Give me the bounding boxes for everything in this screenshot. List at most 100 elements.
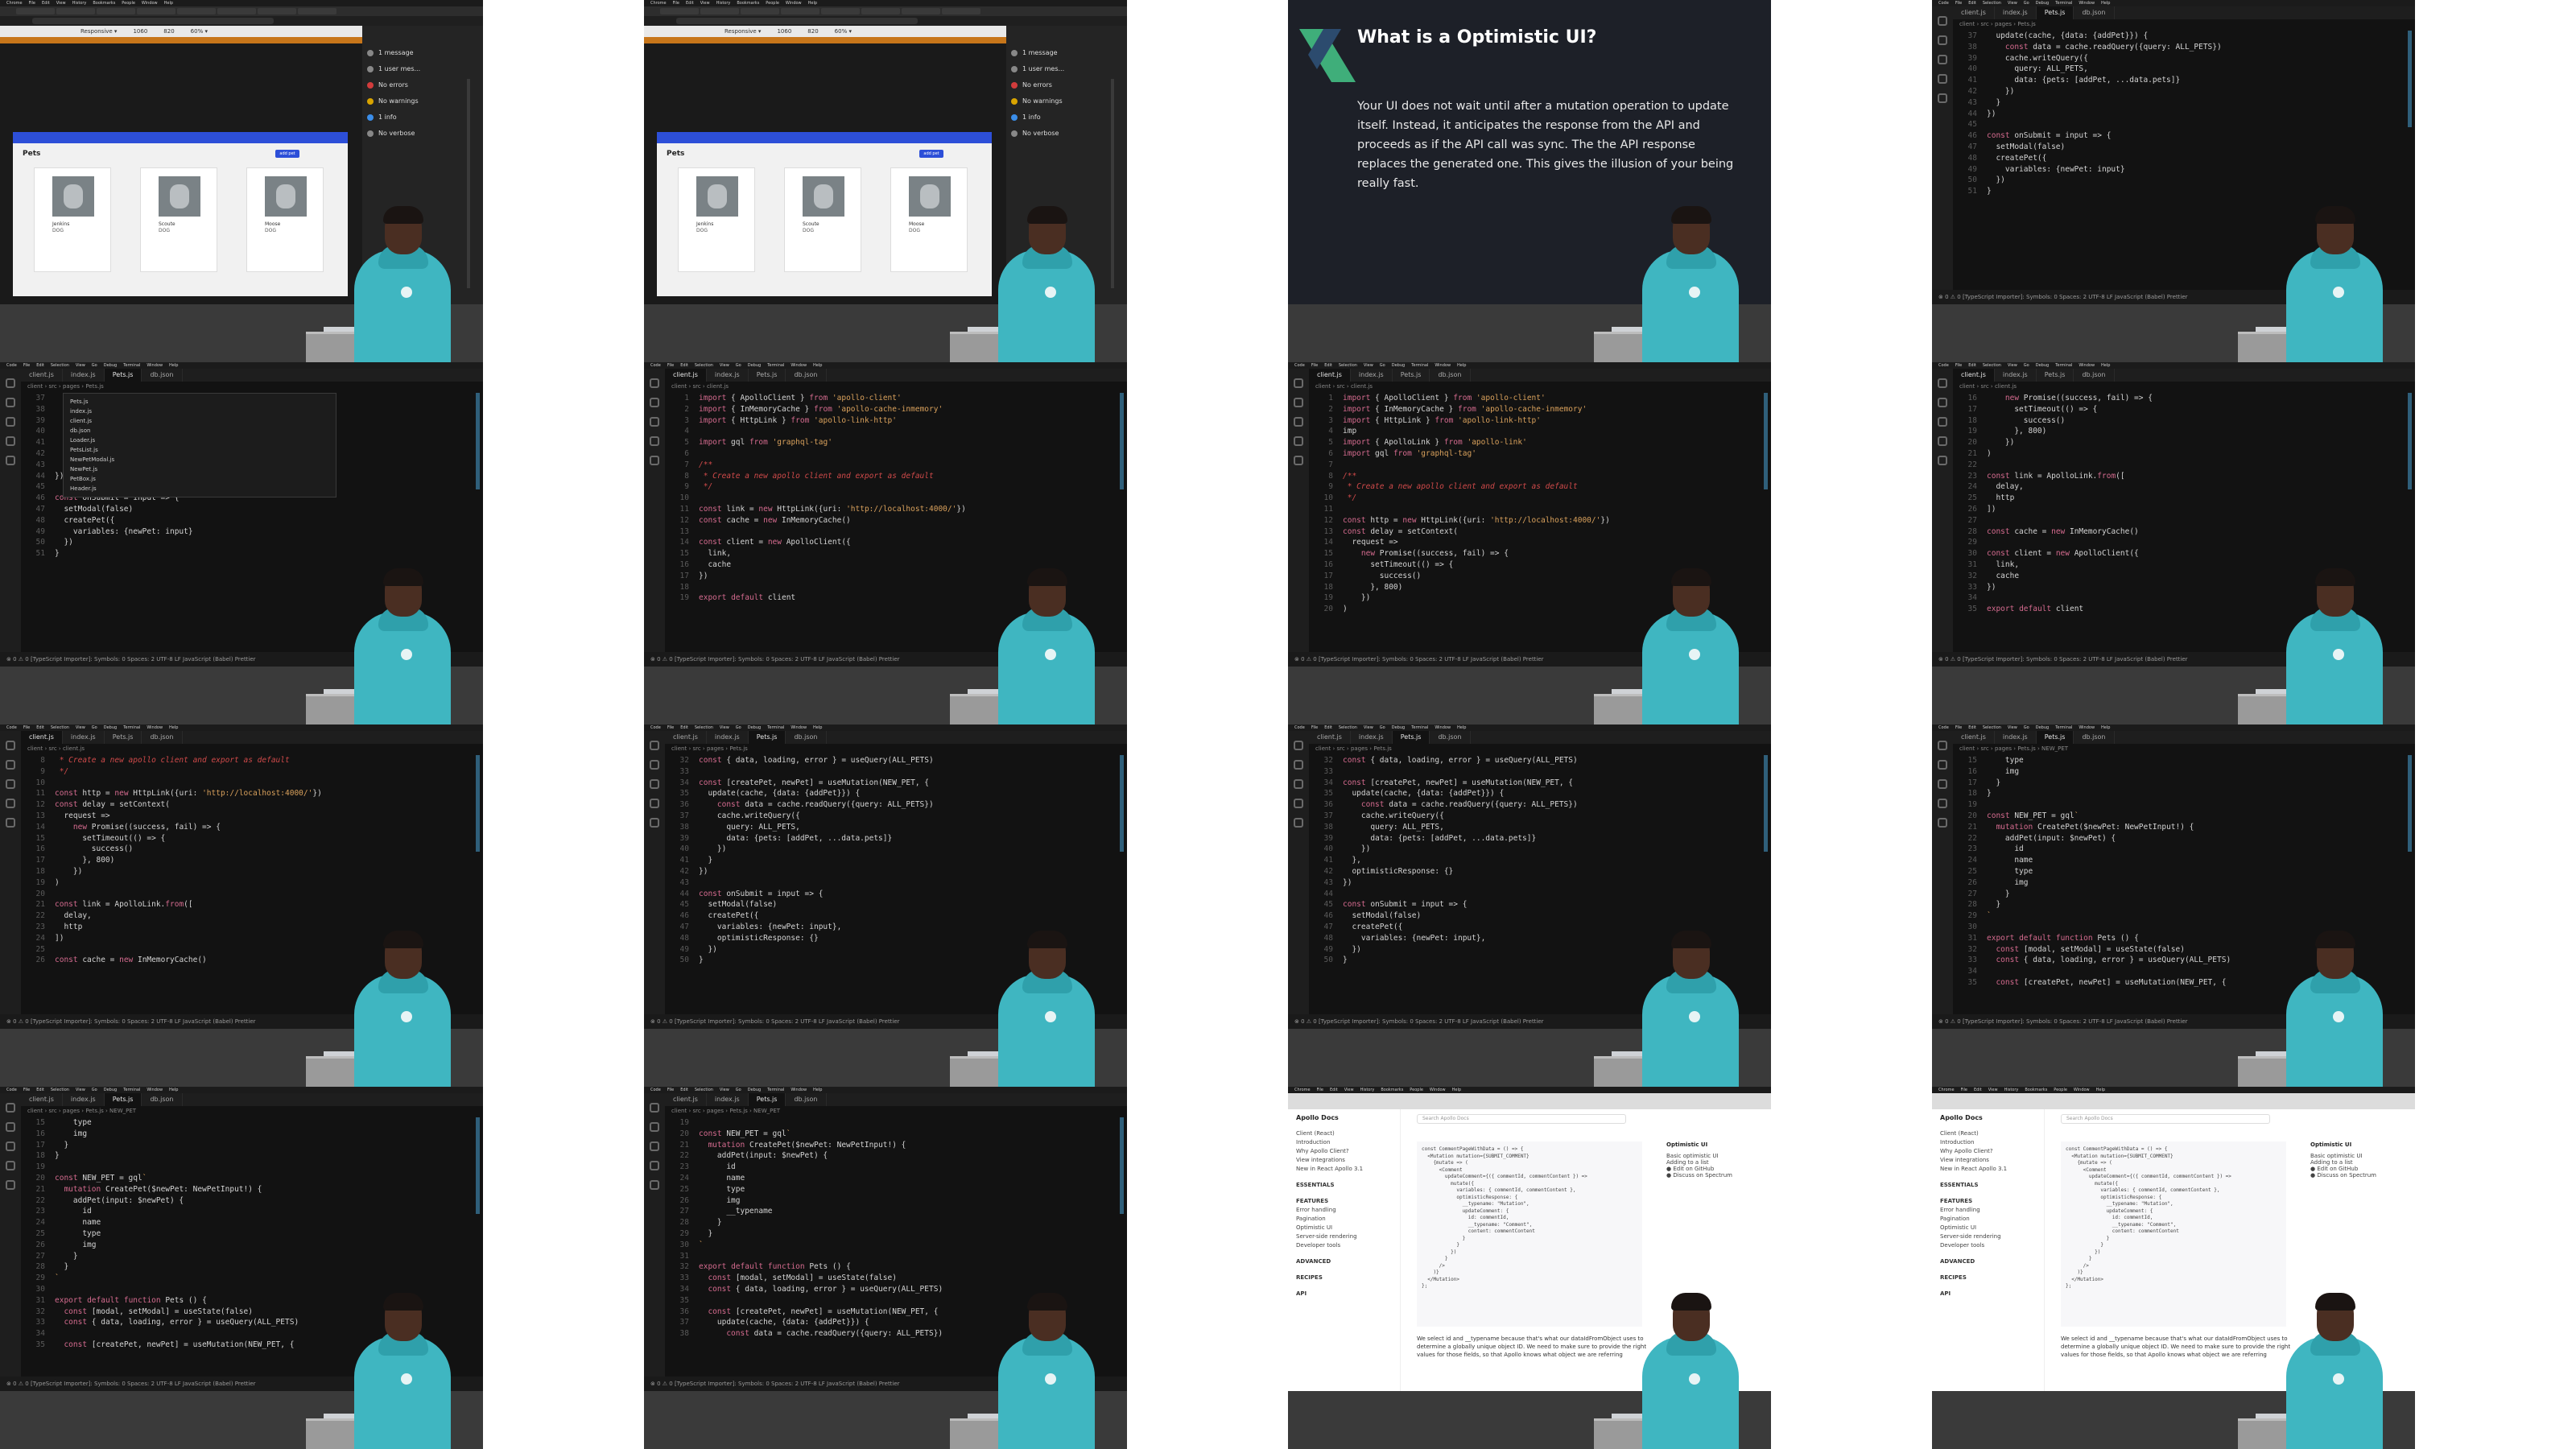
docs-nav-item[interactable]: Server-side rendering (1940, 1232, 2036, 1241)
editor-tab[interactable]: client.js (665, 1093, 707, 1106)
extensions-icon[interactable] (1938, 818, 1947, 828)
docs-section[interactable]: ADVANCED (1940, 1257, 2036, 1266)
browser-tab[interactable] (258, 8, 296, 14)
mac-menu-item[interactable]: Window (1435, 363, 1451, 368)
mac-menu-item[interactable]: Go (92, 1088, 97, 1092)
explorer-icon[interactable] (650, 1103, 659, 1113)
mac-menu-item[interactable]: Help (808, 1, 817, 6)
explorer-icon[interactable] (650, 378, 659, 388)
console-filter[interactable]: 1 user mes... (362, 61, 483, 77)
mac-menu-item[interactable]: Debug (1392, 363, 1405, 368)
mac-menu-item[interactable]: Selection (1983, 363, 2001, 368)
editor-tab[interactable]: db.json (786, 369, 827, 382)
mac-menu-item[interactable]: History (2004, 1088, 2019, 1092)
console-filter[interactable]: 1 message (362, 45, 483, 61)
mac-menu-item[interactable]: Window (1435, 725, 1451, 730)
editor-tab[interactable]: Pets.js (748, 731, 786, 744)
mac-menu-item[interactable]: Terminal (1411, 363, 1428, 368)
mac-menu-item[interactable]: Debug (2036, 1, 2049, 6)
editor-tab[interactable]: index.js (707, 369, 749, 382)
mac-menu-item[interactable]: Go (736, 363, 741, 368)
mac-menu-item[interactable]: Edit (680, 1088, 688, 1092)
address-input[interactable] (676, 18, 918, 24)
mac-menu-item[interactable]: Selection (51, 1088, 69, 1092)
editor-tab[interactable]: db.json (786, 1093, 827, 1106)
mac-menu-item[interactable]: Window (2079, 725, 2095, 730)
mac-menu-item[interactable]: Terminal (123, 1088, 140, 1092)
mac-menu-item[interactable]: Go (92, 363, 97, 368)
source-control-icon[interactable] (1938, 417, 1947, 427)
editor-tab[interactable]: client.js (665, 369, 707, 382)
mac-menu-item[interactable]: Terminal (123, 725, 140, 730)
search-icon[interactable] (6, 760, 15, 770)
quick-open-item[interactable]: index.js (70, 407, 329, 416)
debug-icon[interactable] (650, 1161, 659, 1170)
extensions-icon[interactable] (6, 456, 15, 465)
mac-menu-item[interactable]: Help (813, 1088, 822, 1092)
mac-menu-item[interactable]: File (1311, 363, 1318, 368)
toc-action[interactable]: ● Edit on GitHub (2310, 1166, 2407, 1172)
browser-tab[interactable] (861, 8, 900, 14)
editor-tab[interactable]: Pets.js (1392, 731, 1430, 744)
source-control-icon[interactable] (1938, 55, 1947, 64)
explorer-icon[interactable] (6, 741, 15, 750)
device-height[interactable]: 820 (807, 28, 818, 35)
mac-menu-item[interactable]: Window (2079, 363, 2095, 368)
toc-action[interactable]: ● Edit on GitHub (1666, 1166, 1763, 1172)
source-control-icon[interactable] (650, 1141, 659, 1151)
editor-tab[interactable]: db.json (142, 369, 183, 382)
quick-open-popup[interactable]: Pets.js index.js client.js db.json Loader.js… (63, 393, 336, 497)
source-control-icon[interactable] (650, 779, 659, 789)
quick-open-item[interactable]: Pets.js (70, 397, 329, 407)
toc-action[interactable]: ● Discuss on Spectrum (2310, 1172, 2407, 1179)
editor-tab[interactable]: db.json (2074, 6, 2115, 19)
mac-menu-item[interactable]: Edit (1324, 725, 1332, 730)
source-control-icon[interactable] (6, 1141, 15, 1151)
source-control-icon[interactable] (6, 779, 15, 789)
mac-menu-item[interactable]: Terminal (123, 363, 140, 368)
mac-menu-item[interactable]: Help (164, 1, 173, 6)
debug-icon[interactable] (1294, 436, 1303, 446)
search-icon[interactable] (1294, 398, 1303, 407)
explorer-icon[interactable] (1938, 16, 1947, 26)
editor-scrollbar[interactable] (1764, 393, 1768, 489)
version-select[interactable]: Client (React) (1296, 1129, 1392, 1138)
docs-section[interactable]: API (1296, 1289, 1392, 1298)
device-width[interactable]: 1060 (777, 28, 791, 35)
mac-menu-item[interactable]: Terminal (1411, 725, 1428, 730)
editor-tab[interactable]: Pets.js (2036, 731, 2074, 744)
mac-menu-item[interactable]: Help (2101, 363, 2110, 368)
debug-icon[interactable] (650, 799, 659, 808)
editor-tab[interactable]: db.json (2074, 369, 2115, 382)
editor-tab[interactable]: client.js (1309, 369, 1351, 382)
editor-tab[interactable]: Pets.js (104, 1093, 142, 1106)
mac-menu-item[interactable]: Selection (1983, 1, 2001, 6)
editor-tab[interactable]: db.json (142, 1093, 183, 1106)
editor-tab[interactable]: index.js (63, 1093, 105, 1106)
mac-menu-item[interactable]: View (1988, 1088, 1998, 1092)
mac-menu-item[interactable]: Code (650, 725, 661, 730)
mac-menu-item[interactable]: Edit (680, 363, 688, 368)
mac-menu-item[interactable]: Help (169, 363, 178, 368)
editor-tab[interactable]: index.js (1351, 731, 1393, 744)
mac-menu-item[interactable]: File (23, 363, 30, 368)
browser-tab[interactable] (821, 8, 860, 14)
console-filter[interactable]: No errors (362, 77, 483, 93)
mac-menu-item[interactable]: Edit (1324, 363, 1332, 368)
video-tile[interactable]: Chrome File Edit View History Bookmarks People… (1932, 1087, 2415, 1449)
editor-scrollbar[interactable] (476, 755, 480, 852)
video-tile[interactable]: Code File Edit Selection View Go Debug Terminal… (1932, 362, 2415, 724)
mac-menu-item[interactable]: Help (813, 725, 822, 730)
editor-scrollbar[interactable] (2408, 755, 2412, 852)
browser-tab[interactable] (97, 8, 135, 14)
explorer-icon[interactable] (1938, 378, 1947, 388)
mac-menu-item[interactable]: File (1961, 1088, 1967, 1092)
editor-tab[interactable]: client.js (1953, 6, 1995, 19)
mac-menu-item[interactable]: Bookmarks (93, 1, 115, 6)
editor-tab[interactable]: client.js (1309, 731, 1351, 744)
mac-menu-item[interactable]: View (1344, 1088, 1354, 1092)
mac-menu-item[interactable]: Debug (748, 1088, 761, 1092)
editor-tab[interactable]: client.js (21, 1093, 63, 1106)
editor-tab[interactable]: client.js (665, 731, 707, 744)
mac-menu-item[interactable]: Go (1380, 725, 1385, 730)
